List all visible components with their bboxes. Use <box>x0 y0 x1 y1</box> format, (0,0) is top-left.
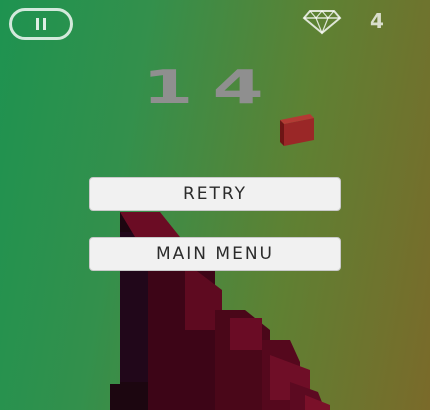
main-menu-label: MAIN MENU <box>156 244 274 264</box>
retry-label: RETRY <box>182 184 248 204</box>
pause-button[interactable] <box>9 8 73 40</box>
stair-step-4 <box>230 318 262 350</box>
hud-bar: 4 <box>0 0 430 50</box>
main-menu-button[interactable]: MAIN MENU <box>89 237 341 271</box>
gem-counter <box>302 8 342 36</box>
pause-icon-bar <box>43 18 46 30</box>
score-display: 14 <box>142 60 283 114</box>
gem-count: 4 <box>370 9 385 33</box>
pause-icon <box>36 18 39 30</box>
retry-button[interactable]: RETRY <box>89 177 341 211</box>
game-screen: 4 14 RETRY MAIN MENU <box>0 0 430 410</box>
falling-block-side <box>280 120 284 146</box>
diamond-icon <box>302 10 342 35</box>
